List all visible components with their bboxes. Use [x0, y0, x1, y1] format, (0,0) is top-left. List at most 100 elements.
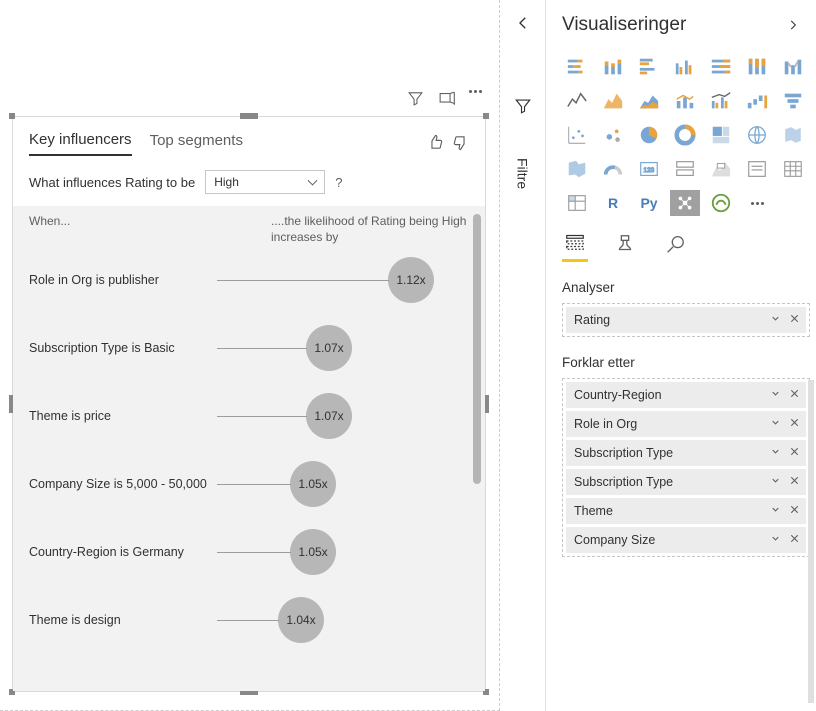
viz-bubble-icon[interactable] — [598, 122, 628, 148]
viz-pie-icon[interactable] — [634, 122, 664, 148]
target-value-dropdown[interactable]: High — [205, 170, 325, 194]
viz-map-icon[interactable] — [742, 122, 772, 148]
viz-key-influencers-icon[interactable] — [670, 190, 700, 216]
more-options-icon[interactable] — [469, 90, 482, 110]
viz-clustered-column-icon[interactable] — [670, 54, 700, 80]
filters-funnel-icon[interactable] — [514, 97, 532, 118]
viz-stacked-column-icon[interactable] — [598, 54, 628, 80]
visualizations-pane: Visualiseringer 123 — [546, 0, 816, 711]
explain-by-field-well[interactable]: Country-Region Role in Org Subscription Ty… — [562, 378, 810, 557]
viz-python-icon[interactable]: Py — [634, 190, 664, 216]
viz-100-stacked-bar-icon[interactable] — [706, 54, 736, 80]
remove-field-icon[interactable] — [789, 533, 800, 547]
influencer-connector — [217, 280, 389, 281]
field-pill[interactable]: Subscription Type — [566, 469, 806, 495]
fields-tab[interactable] — [562, 230, 588, 262]
viz-decomposition-icon[interactable] — [706, 190, 736, 216]
viz-scatter-icon[interactable] — [562, 122, 592, 148]
field-pill[interactable]: Subscription Type — [566, 440, 806, 466]
remove-field-icon[interactable] — [789, 504, 800, 518]
influencer-value-bubble: 1.07x — [306, 393, 352, 439]
influencer-row[interactable]: Role in Org is publisher 1.12x — [29, 257, 469, 303]
remove-field-icon[interactable] — [789, 417, 800, 431]
viz-ribbon-icon[interactable] — [778, 54, 808, 80]
analytics-tab[interactable] — [662, 233, 688, 262]
viz-multi-row-card-icon[interactable] — [670, 156, 700, 182]
chevron-down-icon[interactable] — [770, 533, 781, 547]
thumbs-up-icon[interactable] — [427, 134, 444, 154]
viz-waterfall-icon[interactable] — [742, 88, 772, 114]
influencer-label: Role in Org is publisher — [29, 272, 217, 288]
remove-field-icon[interactable] — [789, 446, 800, 460]
viz-funnel-icon[interactable] — [778, 88, 808, 114]
remove-field-icon[interactable] — [789, 475, 800, 489]
visual-container[interactable]: Key influencers Top segments What influe… — [12, 116, 486, 692]
remove-field-icon[interactable] — [789, 388, 800, 402]
resize-handle-tr[interactable] — [483, 113, 489, 119]
influencer-row[interactable]: Company Size is 5,000 - 50,000 1.05x — [29, 461, 469, 507]
influencer-value-bubble: 1.07x — [306, 325, 352, 371]
r-label: R — [608, 195, 618, 211]
format-tab[interactable] — [612, 233, 638, 262]
thumbs-down-icon[interactable] — [452, 134, 469, 154]
influencer-row[interactable]: Country-Region is Germany1.05x — [29, 529, 469, 575]
analyze-field-well[interactable]: Rating — [562, 303, 810, 337]
canvas-area: Key influencers Top segments What influe… — [0, 0, 500, 711]
dropdown-value: High — [214, 175, 239, 189]
influencer-value-bubble: 1.12x — [388, 257, 434, 303]
remove-field-icon[interactable] — [789, 313, 800, 327]
expand-filters-icon[interactable] — [514, 14, 532, 35]
chevron-down-icon[interactable] — [770, 475, 781, 489]
viz-treemap-icon[interactable] — [706, 122, 736, 148]
tab-key-influencers[interactable]: Key influencers — [29, 131, 132, 156]
viz-filled-map-icon[interactable] — [778, 122, 808, 148]
viz-line-icon[interactable] — [562, 88, 592, 114]
influencer-value-bubble: 1.05x — [290, 529, 336, 575]
help-icon[interactable]: ? — [335, 175, 342, 190]
field-pill[interactable]: Country-Region — [566, 382, 806, 408]
chevron-down-icon[interactable] — [770, 504, 781, 518]
field-pill[interactable]: Rating — [566, 307, 806, 333]
influencer-label: Company Size is 5,000 - 50,000 — [29, 476, 217, 492]
viz-more-icon[interactable] — [742, 190, 772, 216]
field-pill[interactable]: Theme — [566, 498, 806, 524]
influencer-row[interactable]: Subscription Type is Basic1.07x — [29, 325, 469, 371]
chevron-down-icon[interactable] — [770, 313, 781, 327]
py-label: Py — [640, 195, 657, 211]
pane-scrollbar[interactable] — [808, 380, 814, 703]
chevron-down-icon[interactable] — [770, 446, 781, 460]
influencer-value-bubble: 1.05x — [290, 461, 336, 507]
scrollbar-thumb[interactable] — [473, 214, 481, 484]
focus-mode-icon[interactable] — [438, 90, 455, 110]
key-influencers-visual: Key influencers Top segments What influe… — [12, 116, 486, 692]
viz-shape-map-icon[interactable] — [562, 156, 592, 182]
viz-card-icon[interactable]: 123 — [634, 156, 664, 182]
viz-area-icon[interactable] — [598, 88, 628, 114]
field-pill[interactable]: Company Size — [566, 527, 806, 553]
field-pill-label: Rating — [574, 313, 610, 327]
viz-kpi-icon[interactable] — [706, 156, 736, 182]
filter-icon[interactable] — [407, 90, 424, 110]
tab-top-segments[interactable]: Top segments — [150, 132, 243, 155]
viz-100-stacked-column-icon[interactable] — [742, 54, 772, 80]
viz-line-clustered-column-icon[interactable] — [706, 88, 736, 114]
field-pill[interactable]: Role in Org — [566, 411, 806, 437]
resize-handle-tc[interactable] — [240, 113, 258, 119]
viz-line-stacked-column-icon[interactable] — [670, 88, 700, 114]
viz-matrix-icon[interactable] — [562, 190, 592, 216]
chevron-down-icon[interactable] — [770, 388, 781, 402]
resize-handle-tl[interactable] — [9, 113, 15, 119]
viz-stacked-bar-icon[interactable] — [562, 54, 592, 80]
viz-table-icon[interactable] — [778, 156, 808, 182]
viz-slicer-icon[interactable] — [742, 156, 772, 182]
viz-r-icon[interactable]: R — [598, 190, 628, 216]
influencer-row[interactable]: Theme is price1.07x — [29, 393, 469, 439]
viz-stacked-area-icon[interactable] — [634, 88, 664, 114]
scrollbar-track[interactable] — [473, 214, 481, 683]
viz-clustered-bar-icon[interactable] — [634, 54, 664, 80]
influencer-row[interactable]: Theme is design1.04x — [29, 597, 469, 643]
viz-donut-icon[interactable] — [670, 122, 700, 148]
viz-gauge-icon[interactable] — [598, 156, 628, 182]
chevron-down-icon[interactable] — [770, 417, 781, 431]
collapse-pane-icon[interactable] — [786, 18, 800, 32]
